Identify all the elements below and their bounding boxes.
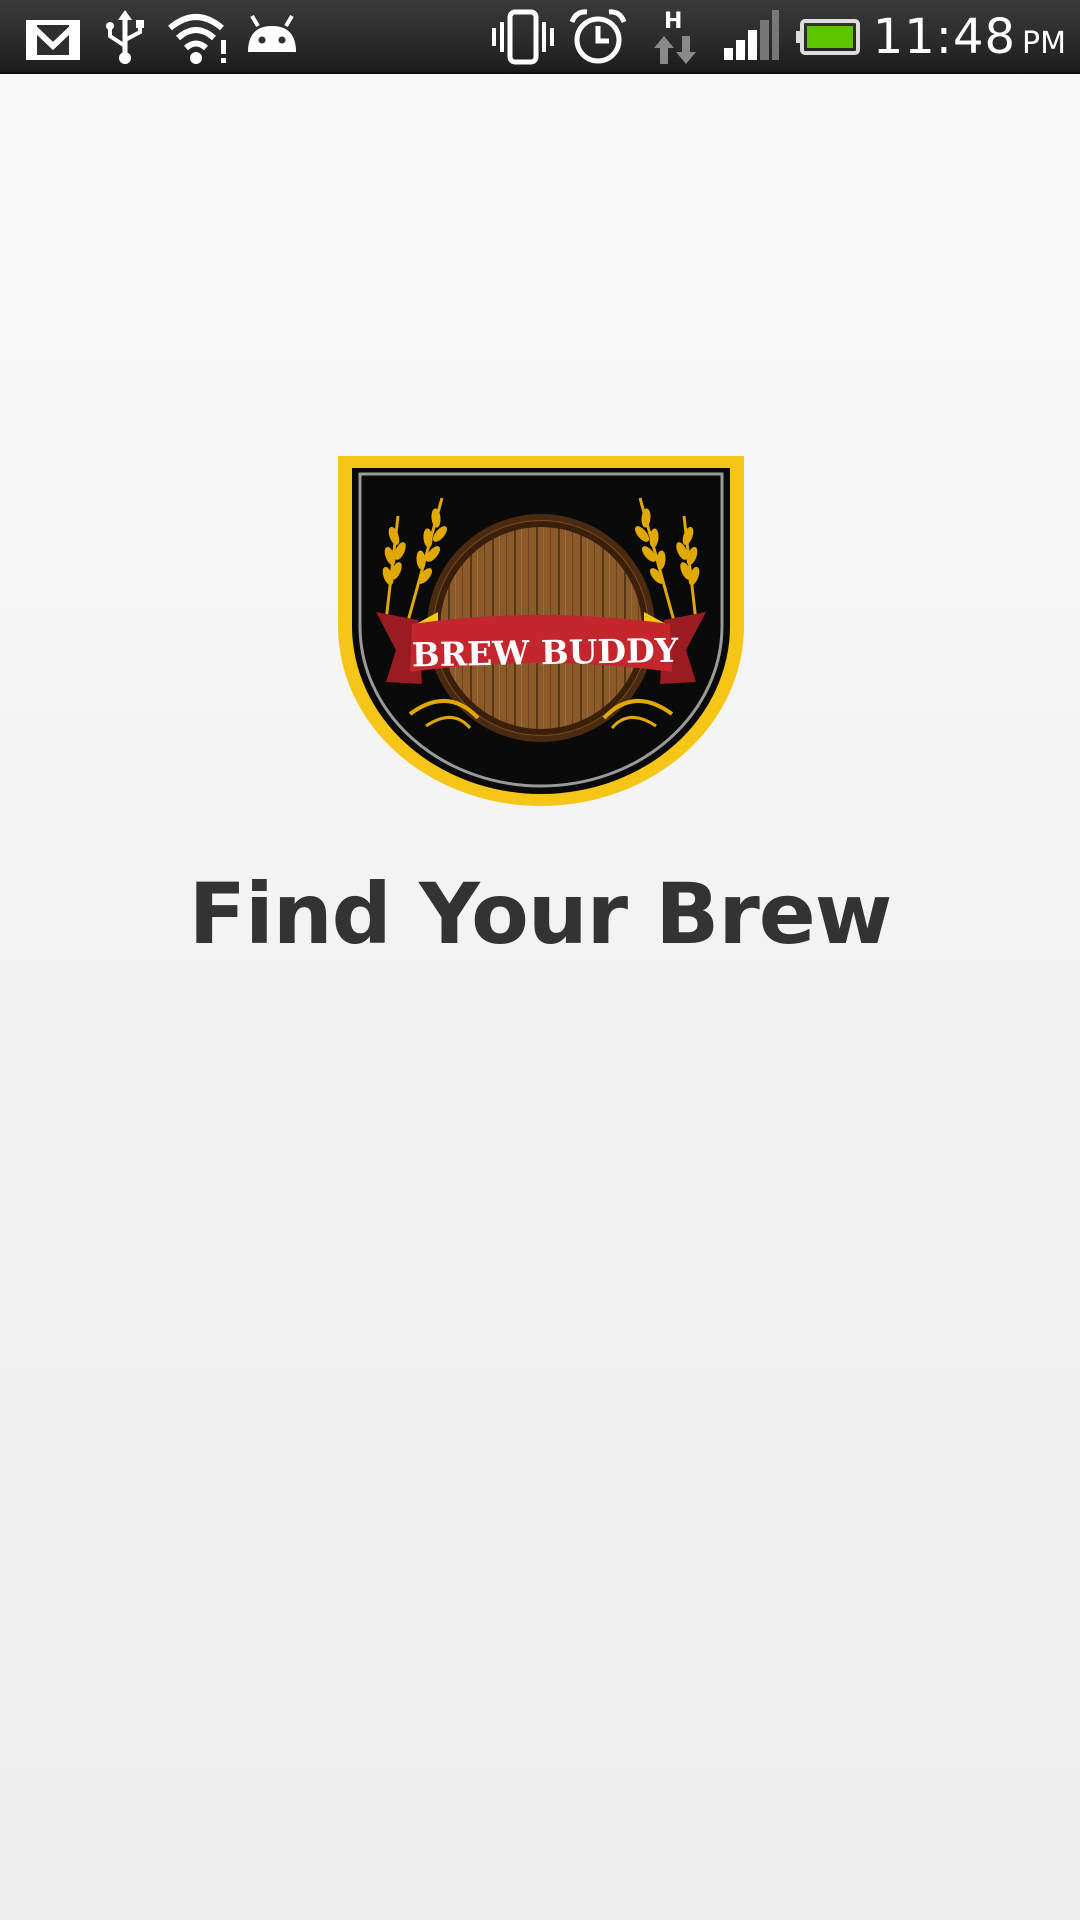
battery-icon xyxy=(796,19,860,55)
signal-icon xyxy=(724,10,779,60)
usb-icon xyxy=(106,10,144,64)
splash-screen: BREW BUDDY Find Your Brew xyxy=(0,74,1080,1920)
alarm-icon xyxy=(569,9,627,64)
page-title: Find Your Brew xyxy=(188,865,893,963)
clock-am-pm: PM xyxy=(1022,26,1066,61)
status-bar: H 11:48 PM xyxy=(0,0,1080,74)
network-type-label: H xyxy=(664,9,682,34)
gmail-icon xyxy=(26,20,80,60)
wifi-icon xyxy=(168,14,226,64)
brew-buddy-logo: BREW BUDDY xyxy=(338,456,744,806)
android-icon xyxy=(248,14,296,52)
data-transfer-icon: H xyxy=(654,9,696,64)
clock-time: 11:48 xyxy=(872,9,1017,65)
logo-text: BREW BUDDY xyxy=(411,631,679,675)
vibrate-icon xyxy=(492,9,554,65)
clock: 11:48 PM xyxy=(873,6,1066,68)
